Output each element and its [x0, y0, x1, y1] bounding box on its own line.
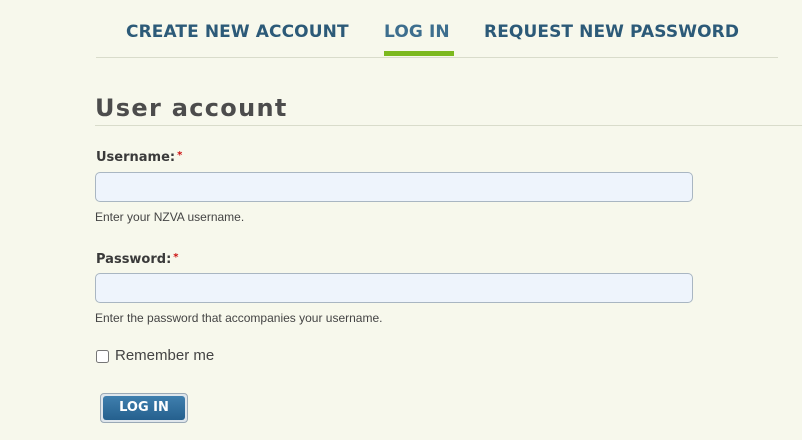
username-label: Username: * — [96, 148, 182, 166]
remember-me-label[interactable]: Remember me — [115, 347, 214, 365]
primary-tabs: CREATE NEW ACCOUNT LOG IN REQUEST NEW PA… — [96, 0, 778, 58]
username-input[interactable] — [95, 172, 693, 202]
title-divider — [95, 125, 802, 126]
remember-me-row: Remember me — [96, 347, 214, 365]
log-in-button[interactable]: LOG IN — [100, 393, 188, 423]
password-required-marker: * — [173, 252, 179, 263]
password-input[interactable] — [95, 273, 693, 303]
tab-log-in[interactable]: LOG IN — [384, 22, 450, 42]
tab-request-new-password[interactable]: REQUEST NEW PASSWORD — [484, 22, 739, 42]
password-help-text: Enter the password that accompanies your… — [95, 311, 383, 325]
tab-create-new-account[interactable]: CREATE NEW ACCOUNT — [126, 22, 349, 42]
log-in-button-label: LOG IN — [103, 396, 185, 420]
password-label-text: Password: — [96, 252, 172, 267]
password-label: Password: * — [96, 250, 179, 268]
username-label-text: Username: — [96, 150, 176, 165]
username-required-marker: * — [177, 150, 183, 161]
active-tab-indicator — [384, 51, 454, 56]
remember-me-checkbox[interactable] — [96, 349, 109, 363]
username-help-text: Enter your NZVA username. — [95, 210, 245, 224]
page-title: User account — [95, 94, 288, 122]
